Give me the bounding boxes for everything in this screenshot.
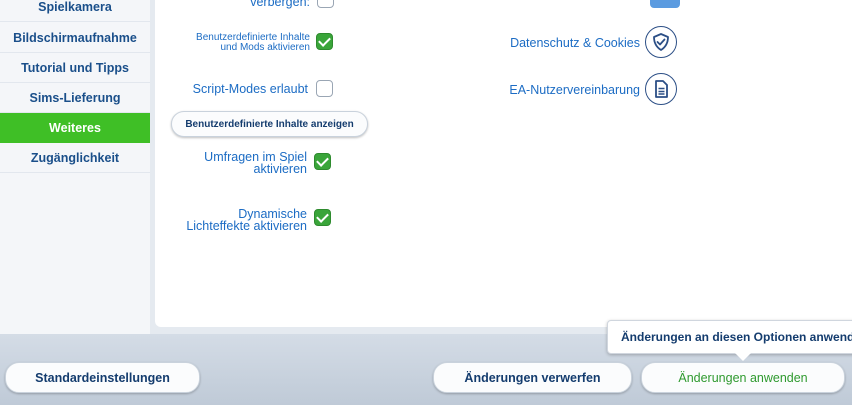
sidebar-item-label: Zugänglichkeit bbox=[30, 150, 120, 165]
surveys-checkbox[interactable] bbox=[314, 153, 331, 170]
hide-option-checkbox[interactable] bbox=[317, 0, 334, 8]
privacy-button[interactable] bbox=[645, 26, 677, 58]
dynamic-light-label: Dynamische Lichteffekte aktivieren bbox=[160, 208, 307, 233]
show-custom-content-button[interactable]: Benutzerdefinierte Inhalte anzeigen bbox=[171, 111, 368, 137]
discard-changes-button[interactable]: Änderungen verwerfen bbox=[433, 362, 632, 393]
sidebar-item-label: Tutorial und Tipps bbox=[21, 60, 129, 75]
tooltip-arrow bbox=[735, 353, 751, 361]
dynamic-light-checkbox[interactable] bbox=[314, 209, 331, 226]
apply-changes-button[interactable]: Änderungen anwenden bbox=[641, 362, 845, 393]
surveys-label-line2: aktivieren bbox=[253, 162, 308, 176]
apply-tooltip: Änderungen an diesen Optionen anwende bbox=[607, 320, 852, 354]
script-mods-checkbox[interactable] bbox=[316, 80, 333, 97]
script-mods-label: Script-Modes erlaubt bbox=[192, 82, 308, 96]
sidebar-item-label: Weiteres bbox=[49, 121, 101, 135]
sidebar-item-game-camera[interactable]: Spielkamera bbox=[0, 0, 150, 22]
sidebar-item-screen-capture[interactable]: Bildschirmaufnahme bbox=[0, 23, 150, 53]
custom-content-label: Benutzerdefinierte Inhalte und Mods akti… bbox=[170, 33, 310, 53]
surveys-label: Umfragen im Spiel aktivieren bbox=[180, 151, 308, 176]
eula-button[interactable] bbox=[645, 73, 677, 105]
sidebar-item-label: Spielkamera bbox=[38, 0, 112, 14]
eula-link-label[interactable]: EA-Nutzervereinbarung bbox=[480, 83, 640, 97]
sidebar-item-other[interactable]: Weiteres bbox=[0, 113, 150, 143]
privacy-link-label[interactable]: Datenschutz & Cookies bbox=[480, 36, 640, 50]
document-icon bbox=[655, 80, 668, 98]
sidebar-item-label: Sims-Lieferung bbox=[29, 90, 121, 105]
shield-check-icon bbox=[653, 33, 669, 51]
defaults-button[interactable]: Standardeinstellungen bbox=[5, 362, 200, 393]
custom-content-checkbox[interactable] bbox=[316, 33, 333, 50]
sidebar-item-sims-delivery[interactable]: Sims-Lieferung bbox=[0, 83, 150, 113]
partial-icon[interactable] bbox=[650, 0, 680, 8]
dynamic-light-label-line2: Lichteffekte aktivieren bbox=[186, 219, 307, 233]
settings-sidebar: Spielkamera Bildschirmaufnahme Tutorial … bbox=[0, 0, 150, 350]
sidebar-item-accessibility[interactable]: Zugänglichkeit bbox=[0, 143, 150, 173]
sidebar-item-label: Bildschirmaufnahme bbox=[13, 30, 137, 45]
custom-content-label-line2: und Mods aktivieren bbox=[220, 42, 311, 53]
sidebar-item-tutorial-tips[interactable]: Tutorial und Tipps bbox=[0, 53, 150, 83]
hide-option-label: verbergen: bbox=[250, 0, 310, 9]
